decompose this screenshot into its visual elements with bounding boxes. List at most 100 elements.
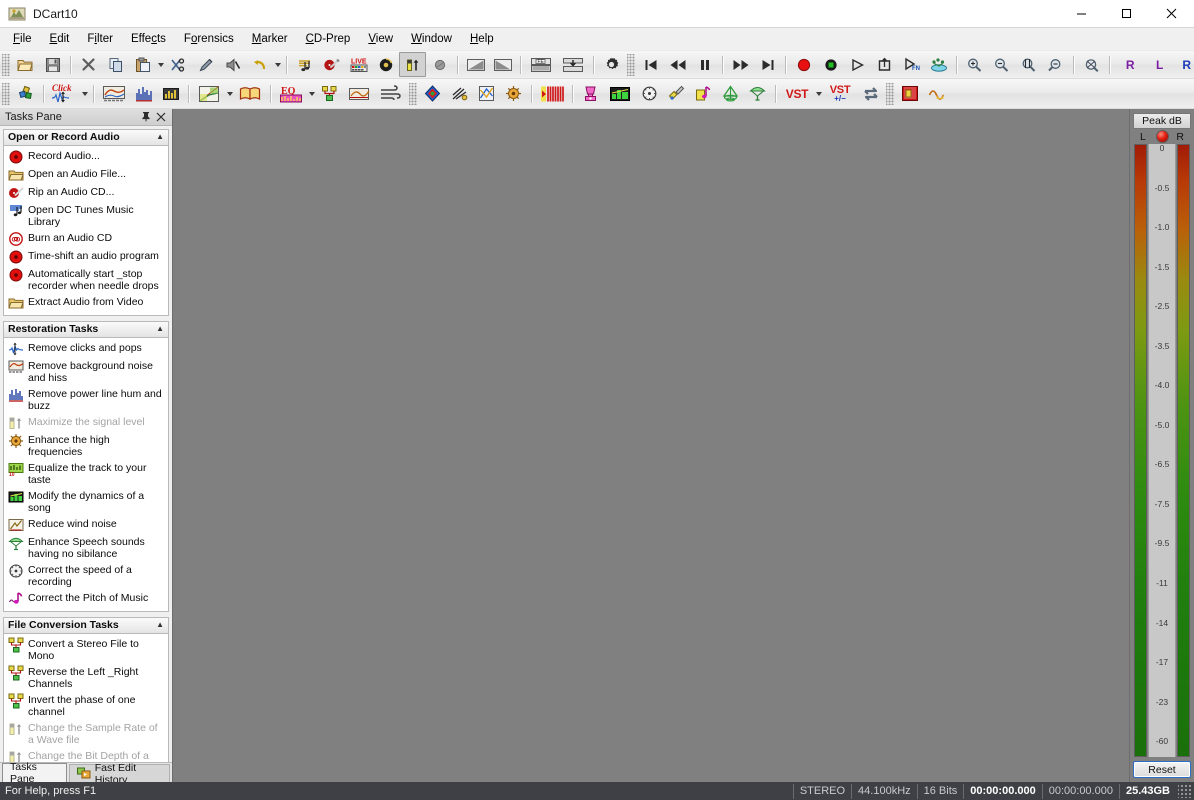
dynamics-dropdown-caret[interactable] xyxy=(225,82,234,105)
transport-first-icon[interactable] xyxy=(637,52,664,77)
tab-fast-edit-history[interactable]: Fast Edit History xyxy=(68,762,170,786)
zoom-out-icon[interactable] xyxy=(988,52,1015,77)
delete-icon[interactable] xyxy=(75,52,102,77)
virtual-valve-icon[interactable] xyxy=(343,81,375,106)
group-header[interactable]: Open or Record Audio ▲ xyxy=(3,128,169,145)
transport-forward-icon[interactable] xyxy=(727,52,754,77)
record-disc-icon[interactable] xyxy=(426,52,453,77)
transport-stop-icon[interactable] xyxy=(817,52,844,77)
chevron-up-icon[interactable]: ▲ xyxy=(156,621,164,629)
menu-forensics[interactable]: Forensics xyxy=(175,30,243,49)
clip-led-icon[interactable] xyxy=(1156,130,1169,143)
task-invert-phase-of-one-channel[interactable]: Invert the phase of one channel xyxy=(6,692,166,720)
resize-grip-icon[interactable] xyxy=(1178,784,1192,798)
save-file-icon[interactable] xyxy=(39,52,66,77)
maximize-icon[interactable] xyxy=(1104,0,1149,27)
stereo-to-mono-icon[interactable] xyxy=(316,81,343,106)
task-record-audio[interactable]: Record Audio... xyxy=(6,148,166,166)
waveform-tool-icon[interactable] xyxy=(923,81,950,106)
vst-dropdown-caret[interactable] xyxy=(814,82,823,105)
vst-add-icon[interactable]: VST +/− xyxy=(823,81,857,106)
vst-refresh-icon[interactable] xyxy=(857,81,884,106)
peak-meter-reset-button[interactable]: Reset xyxy=(1133,761,1191,778)
menu-filter[interactable]: Filter xyxy=(78,30,122,49)
transport-rewind-icon[interactable] xyxy=(664,52,691,77)
play-fn-icon[interactable]: FN xyxy=(898,52,925,77)
level-up-icon[interactable] xyxy=(399,52,426,77)
high-freq-icon[interactable] xyxy=(500,81,527,106)
task-change-bit-depth[interactable]: Change the Bit Depth of a Wave file xyxy=(6,748,166,762)
menu-window[interactable]: Window xyxy=(402,30,461,49)
copy-icon[interactable] xyxy=(102,52,129,77)
speech-icon[interactable] xyxy=(744,81,771,106)
hum-filter-icon[interactable] xyxy=(130,81,157,106)
wind-noise-icon[interactable] xyxy=(375,81,407,106)
close-icon[interactable] xyxy=(155,111,166,123)
menu-effects[interactable]: Effects xyxy=(122,30,175,49)
task-remove-background-noise[interactable]: Remove background noise and hiss xyxy=(6,358,166,386)
pencil-edit-icon[interactable] xyxy=(192,52,219,77)
reverb-icon[interactable] xyxy=(536,81,568,106)
task-enhance-high-frequencies[interactable]: Enhance the high frequencies xyxy=(6,432,166,460)
record-vinyl-icon[interactable] xyxy=(318,52,345,77)
menu-file[interactable]: File xyxy=(4,30,41,49)
toolbar-grip[interactable] xyxy=(2,53,10,76)
task-reverse-left-right-channels[interactable]: Reverse the Left _Right Channels xyxy=(6,664,166,692)
menu-cd-prep[interactable]: CD-Prep xyxy=(297,30,360,49)
menu-help[interactable]: Help xyxy=(461,30,503,49)
tab-tasks-pane[interactable]: Tasks Pane xyxy=(2,761,67,785)
task-modify-dynamics[interactable]: Modify the dynamics of a song xyxy=(6,488,166,516)
task-time-shift-audio-program[interactable]: Time-shift an audio program xyxy=(6,248,166,266)
task-enhance-speech-sounds[interactable]: Enhance Speech sounds having no sibilanc… xyxy=(6,534,166,562)
task-change-sample-rate[interactable]: Change the Sample Rate of a Wave file xyxy=(6,720,166,748)
declick-tools-icon[interactable] xyxy=(12,81,39,106)
effects-gem-icon[interactable] xyxy=(419,81,446,106)
zoom-full-icon[interactable] xyxy=(1078,52,1105,77)
scratch-icon[interactable] xyxy=(446,81,473,106)
minimize-icon[interactable] xyxy=(1059,0,1104,27)
paint-icon[interactable] xyxy=(663,81,690,106)
toolbar2-grip-2[interactable] xyxy=(409,82,417,105)
speed-dial-icon[interactable] xyxy=(636,81,663,106)
chevron-up-icon[interactable]: ▲ xyxy=(156,325,164,333)
transport-pause-icon[interactable] xyxy=(691,52,718,77)
paste-icon[interactable] xyxy=(129,52,156,77)
transport-play-icon[interactable] xyxy=(844,52,871,77)
transport-last-icon[interactable] xyxy=(754,52,781,77)
music-library-icon[interactable] xyxy=(291,52,318,77)
blender-icon[interactable] xyxy=(577,81,604,106)
task-burn-audio-cd[interactable]: CD Burn an Audio CD xyxy=(6,230,166,248)
task-open-audio-file[interactable]: Open an Audio File... xyxy=(6,166,166,184)
click-removal-icon[interactable]: Click xyxy=(48,81,80,106)
fade-out-icon[interactable] xyxy=(489,52,516,77)
chevron-up-icon[interactable]: ▲ xyxy=(156,133,164,141)
forensics-icon[interactable] xyxy=(896,81,923,106)
channel-lr-icon[interactable]: R xyxy=(1114,52,1146,77)
group-header[interactable]: File Conversion Tasks ▲ xyxy=(3,616,169,633)
vst-icon[interactable]: VST xyxy=(780,81,814,106)
live-icon[interactable]: LIVE xyxy=(345,52,372,77)
align-tracks-icon[interactable] xyxy=(557,52,589,77)
zoom-prev-icon[interactable] xyxy=(1042,52,1069,77)
pin-icon[interactable] xyxy=(140,111,151,123)
fast-edit-icon[interactable]: FE xyxy=(525,52,557,77)
workspace-canvas[interactable] xyxy=(173,109,1129,782)
task-maximize-signal-level[interactable]: Maximize the signal level xyxy=(6,414,166,432)
export-icon[interactable] xyxy=(871,52,898,77)
channel-r-icon[interactable]: R xyxy=(1173,52,1194,77)
menu-view[interactable]: View xyxy=(359,30,402,49)
task-equalize-track[interactable]: 10 Equalize the track to your taste xyxy=(6,460,166,488)
task-correct-speed[interactable]: Correct the speed of a recording xyxy=(6,562,166,590)
pitch-icon[interactable] xyxy=(690,81,717,106)
spectral-view-icon[interactable] xyxy=(925,52,952,77)
open-file-icon[interactable] xyxy=(12,52,39,77)
zoom-in-icon[interactable] xyxy=(961,52,988,77)
eq-dropdown-caret[interactable] xyxy=(307,82,316,105)
task-remove-clicks-and-pops[interactable]: Remove clicks and pops xyxy=(6,340,166,358)
continuous-noise-icon[interactable] xyxy=(98,81,130,106)
fade-in-icon[interactable] xyxy=(462,52,489,77)
undo-dropdown-caret[interactable] xyxy=(273,53,282,76)
toolbar2-grip[interactable] xyxy=(2,82,10,105)
task-convert-stereo-to-mono[interactable]: Convert a Stereo File to Mono xyxy=(6,636,166,664)
toolbar-grip-2[interactable] xyxy=(627,53,635,76)
